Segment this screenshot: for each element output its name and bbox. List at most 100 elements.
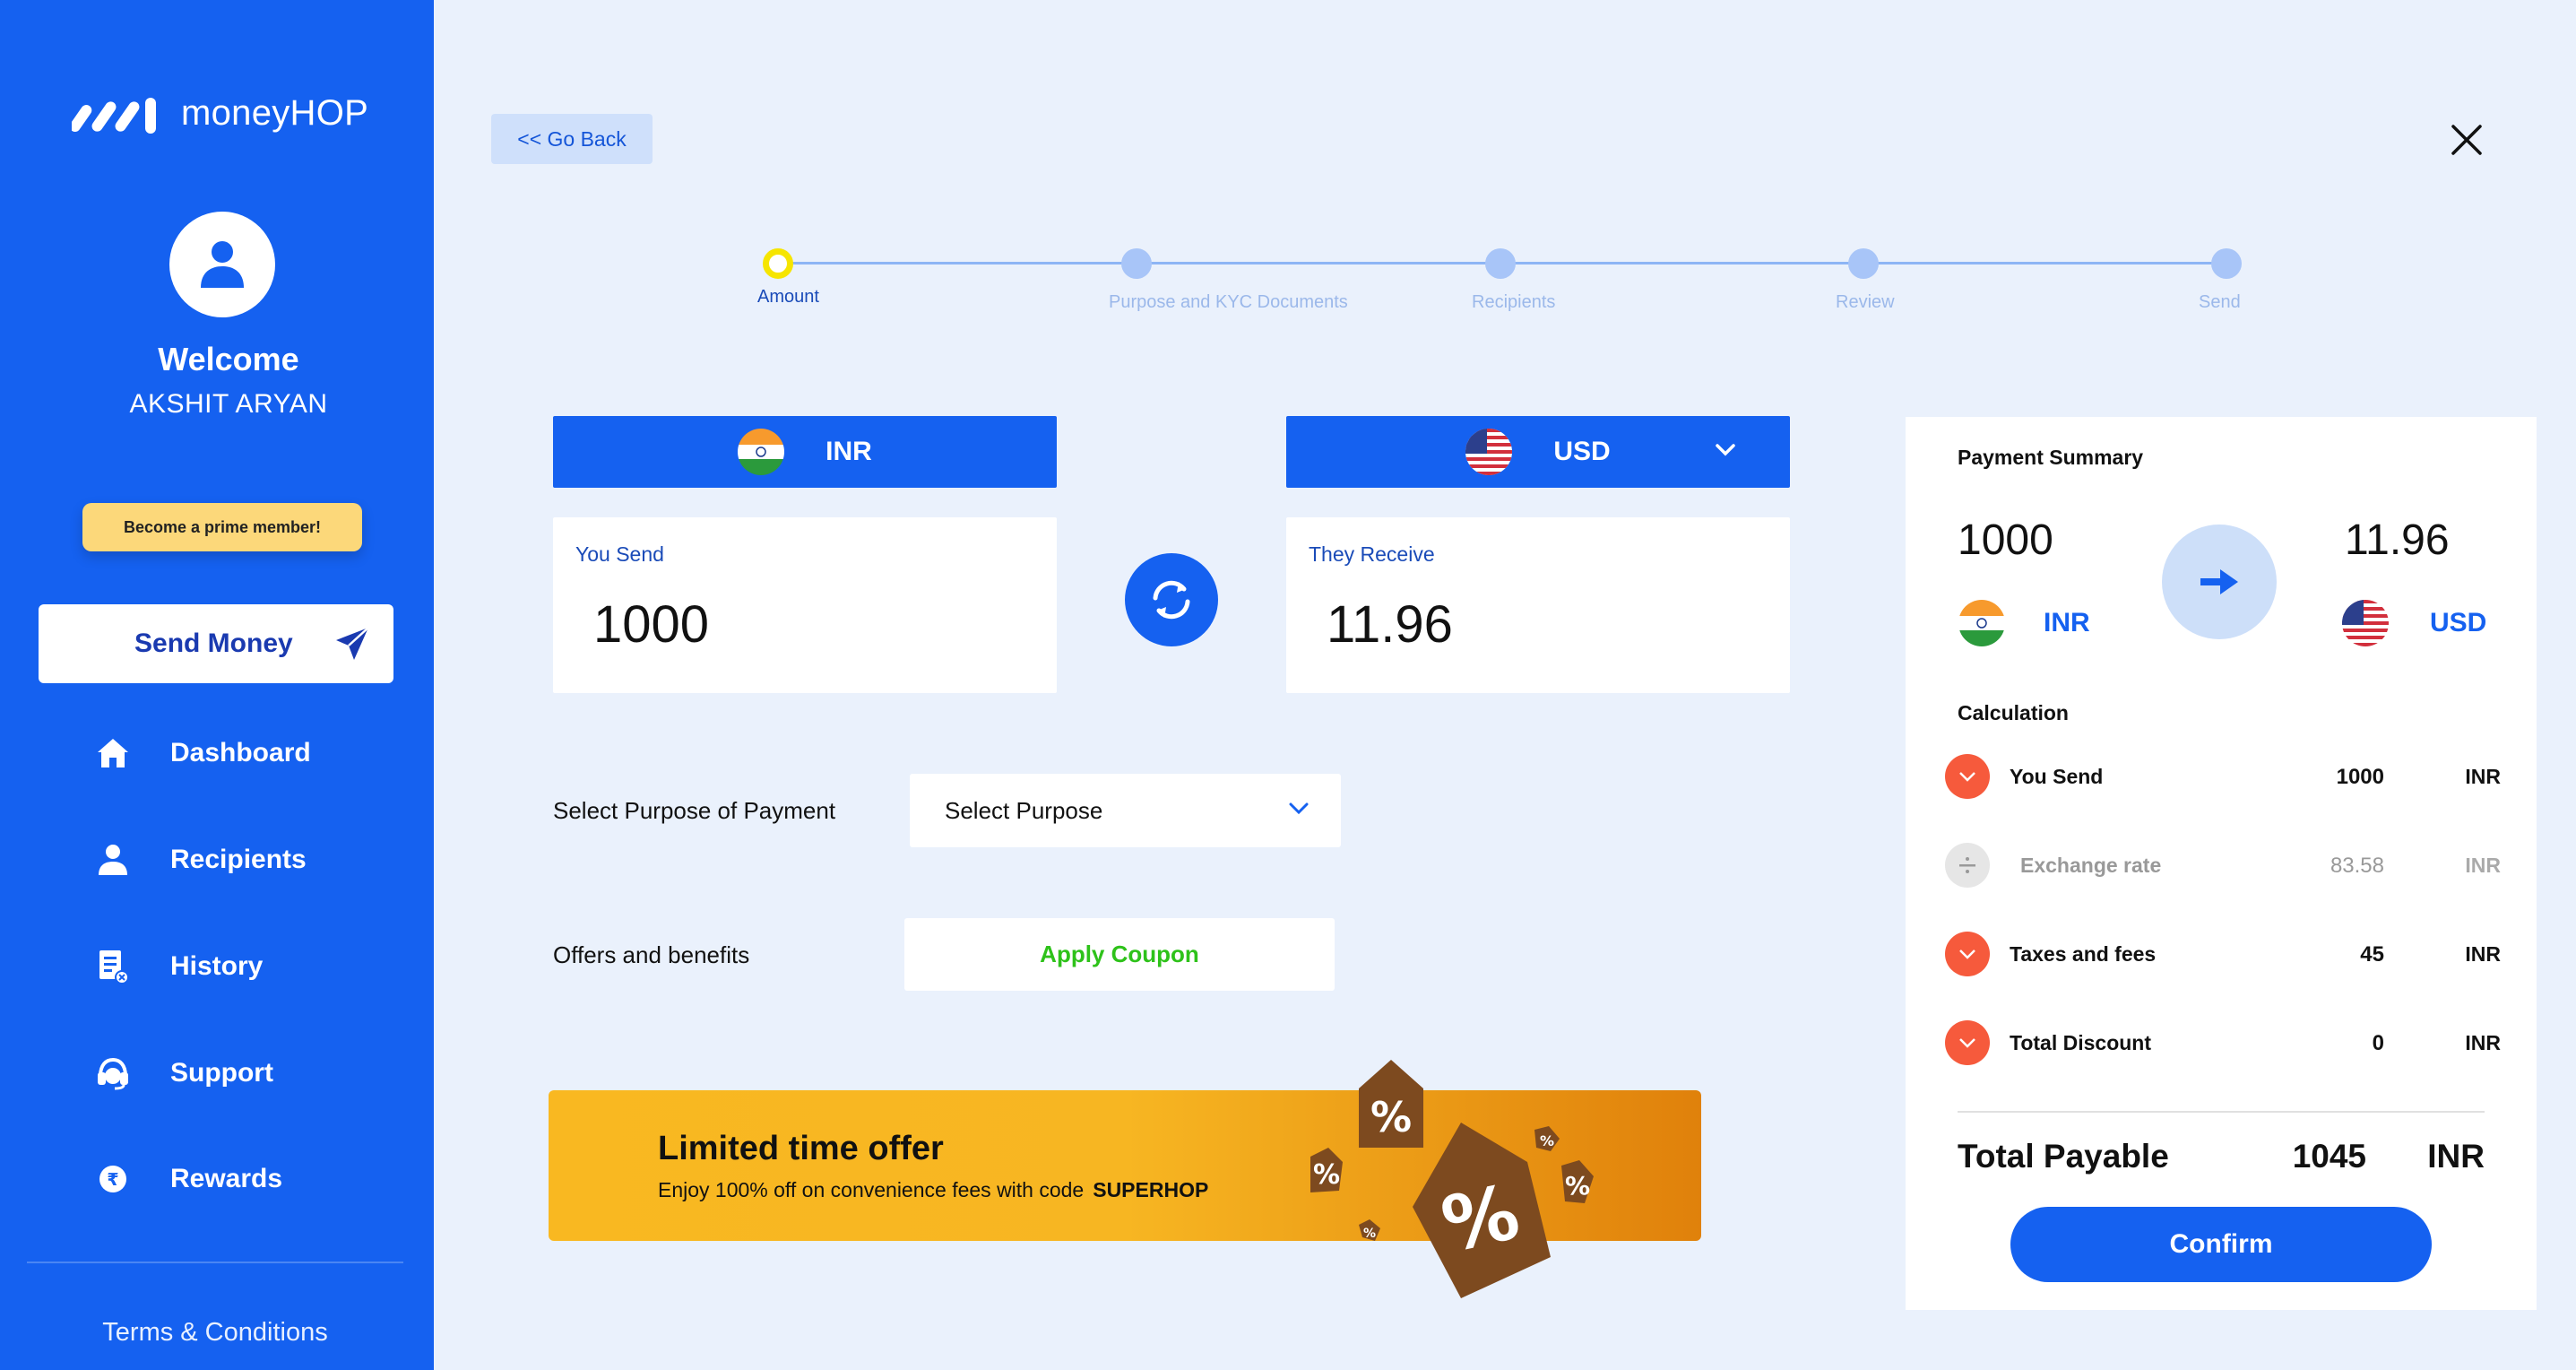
sidebar-item-label: Dashboard bbox=[170, 738, 311, 767]
send-money-label: Send Money bbox=[134, 629, 293, 658]
step-dot-review[interactable] bbox=[1848, 248, 1879, 279]
offer-description: Enjoy 100% off on convenience fees with … bbox=[658, 1178, 1085, 1201]
calc-row-value: 1000 bbox=[2336, 765, 2384, 789]
sidebar: moneyHOP Welcome AKSHIT ARYAN Become a p… bbox=[0, 0, 434, 1370]
calc-row-name: Total Discount bbox=[2010, 1031, 2152, 1054]
you-send-label: You Send bbox=[575, 542, 664, 566]
user-avatar-icon bbox=[201, 241, 244, 288]
confirm-button[interactable]: Confirm bbox=[2010, 1207, 2432, 1282]
us-flag-icon bbox=[1465, 429, 1513, 475]
step-label-amount: Amount bbox=[757, 287, 819, 307]
svg-text:%: % bbox=[1313, 1159, 1340, 1191]
svg-text:%: % bbox=[1363, 1227, 1376, 1241]
sidebar-item-label: Support bbox=[170, 1058, 273, 1088]
send-money-button[interactable]: Send Money bbox=[39, 604, 393, 683]
calc-row-unit: INR bbox=[2465, 854, 2501, 877]
conversion-arrow bbox=[2162, 525, 2277, 639]
sidebar-item-history[interactable]: History bbox=[91, 940, 263, 993]
offer-code: SUPERHOP bbox=[1093, 1178, 1209, 1201]
svg-text:₹: ₹ bbox=[107, 1170, 118, 1190]
step-label-purpose: Purpose and KYC Documents bbox=[1109, 292, 1348, 312]
step-dot-amount[interactable] bbox=[763, 248, 793, 279]
offer-title: Limited time offer bbox=[658, 1130, 944, 1167]
swap-currency-button[interactable] bbox=[1125, 553, 1218, 646]
arrow-right-icon bbox=[2200, 569, 2238, 594]
payment-summary-panel: Payment Summary 1000 11.96 INR USD Calcu… bbox=[1906, 417, 2537, 1310]
they-receive-box[interactable]: They Receive 11.96 bbox=[1286, 517, 1790, 693]
sidebar-item-recipients[interactable]: Recipients bbox=[91, 833, 307, 887]
purpose-select[interactable]: Select Purpose bbox=[910, 774, 1341, 847]
calc-row-name: You Send bbox=[2010, 765, 2104, 788]
they-receive-amount[interactable]: 11.96 bbox=[1327, 594, 1453, 655]
swap-arrows-icon bbox=[1153, 580, 1190, 620]
chevron-down-icon[interactable] bbox=[1945, 932, 1990, 976]
svg-text:%: % bbox=[1540, 1132, 1554, 1149]
sidebar-item-rewards[interactable]: ₹ Rewards bbox=[91, 1152, 282, 1206]
summary-send-currency: INR bbox=[2044, 608, 2090, 637]
purpose-label: Select Purpose of Payment bbox=[553, 797, 836, 824]
calc-row-taxes: Taxes and fees 45 INR bbox=[1945, 932, 2501, 976]
step-dot-send[interactable] bbox=[2211, 248, 2242, 279]
step-label-send: Send bbox=[2199, 292, 2241, 312]
chevron-down-icon[interactable] bbox=[1945, 754, 1990, 799]
avatar[interactable] bbox=[169, 212, 275, 317]
close-icon[interactable] bbox=[2451, 124, 2483, 156]
step-dot-purpose[interactable] bbox=[1121, 248, 1152, 279]
you-send-box[interactable]: You Send 1000 bbox=[553, 517, 1057, 693]
terms-link[interactable]: Terms & Conditions bbox=[0, 1318, 430, 1348]
step-label-recipients: Recipients bbox=[1472, 292, 1556, 312]
calc-row-unit: INR bbox=[2465, 942, 2501, 966]
india-flag-icon bbox=[738, 429, 785, 475]
us-flag-icon bbox=[2342, 600, 2389, 646]
moneyhop-logo-icon bbox=[72, 97, 156, 134]
summary-title: Payment Summary bbox=[1958, 446, 2144, 469]
calculation-title: Calculation bbox=[1958, 701, 2069, 724]
they-receive-label: They Receive bbox=[1309, 542, 1435, 566]
chevron-down-icon bbox=[1716, 444, 1735, 456]
brand-name: moneyHOP bbox=[181, 93, 369, 133]
calc-row-unit: INR bbox=[2465, 1031, 2501, 1054]
calc-row-you-send: You Send 1000 INR bbox=[1945, 754, 2501, 799]
sidebar-divider bbox=[27, 1262, 403, 1263]
purpose-select-value: Select Purpose bbox=[945, 796, 1103, 824]
headset-icon bbox=[91, 1052, 134, 1095]
person-icon bbox=[91, 838, 134, 881]
apply-coupon-button[interactable]: Apply Coupon bbox=[904, 918, 1335, 991]
calc-row-exchange-rate: Exchange rate 83.58 INR bbox=[1945, 843, 2501, 888]
divide-icon bbox=[1945, 843, 1990, 888]
sidebar-item-support[interactable]: Support bbox=[91, 1046, 273, 1100]
svg-text:%: % bbox=[1370, 1093, 1412, 1141]
prime-member-button[interactable]: Become a prime member! bbox=[82, 503, 362, 551]
brand-logo[interactable]: moneyHOP bbox=[72, 93, 368, 134]
paper-plane-icon bbox=[336, 627, 369, 660]
summary-divider bbox=[1958, 1111, 2485, 1113]
history-icon bbox=[91, 945, 134, 988]
calc-row-value: 0 bbox=[2372, 1031, 2384, 1055]
india-flag-icon bbox=[1958, 600, 2005, 646]
send-currency-header[interactable]: INR bbox=[553, 416, 1057, 488]
home-icon bbox=[91, 732, 134, 775]
sidebar-item-dashboard[interactable]: Dashboard bbox=[91, 726, 311, 780]
summary-receive-currency: USD bbox=[2430, 608, 2487, 637]
total-payable-label: Total Payable bbox=[1958, 1138, 2169, 1175]
welcome-heading: Welcome bbox=[158, 341, 299, 377]
offers-label: Offers and benefits bbox=[553, 941, 750, 968]
receive-currency-code: USD bbox=[1553, 437, 1611, 466]
total-payable-unit: INR bbox=[2427, 1138, 2485, 1175]
you-send-amount[interactable]: 1000 bbox=[593, 594, 709, 655]
svg-text:%: % bbox=[1565, 1171, 1590, 1201]
calc-row-value: 83.58 bbox=[2330, 854, 2384, 878]
sidebar-item-label: Rewards bbox=[170, 1164, 283, 1193]
offer-text: Enjoy 100% off on convenience fees with … bbox=[658, 1178, 1208, 1202]
step-dot-recipients[interactable] bbox=[1485, 248, 1516, 279]
chevron-down-icon[interactable] bbox=[1945, 1020, 1990, 1065]
go-back-button[interactable]: << Go Back bbox=[491, 114, 653, 164]
sidebar-item-label: Recipients bbox=[170, 845, 307, 874]
calc-row-unit: INR bbox=[2465, 765, 2501, 788]
send-currency-code: INR bbox=[826, 437, 872, 466]
sidebar-item-label: History bbox=[170, 951, 264, 981]
calc-row-name: Taxes and fees bbox=[2010, 942, 2157, 966]
calc-row-name: Exchange rate bbox=[2020, 854, 2162, 877]
receive-currency-dropdown[interactable]: USD bbox=[1286, 416, 1790, 488]
discount-tags-icon: % % % % % % bbox=[1310, 1060, 1594, 1298]
